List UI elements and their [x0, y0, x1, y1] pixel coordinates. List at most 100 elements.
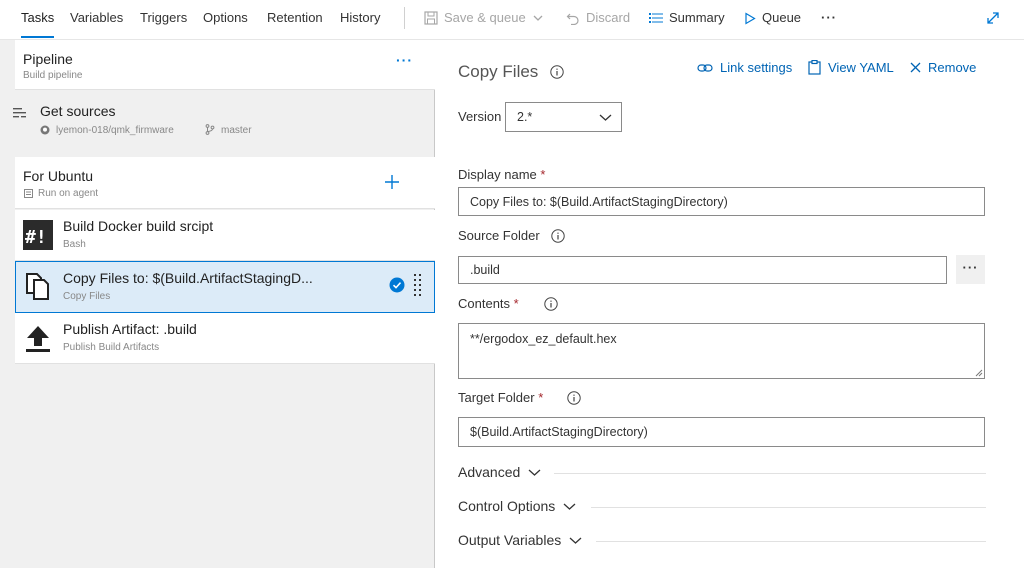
- task-detail-pane: Copy Files Link settings View YAML Remov…: [436, 40, 1024, 568]
- display-name-input[interactable]: Copy Files to: $(Build.ArtifactStagingDi…: [458, 187, 985, 216]
- view-yaml-label: View YAML: [828, 60, 894, 75]
- get-sources-title: Get sources: [40, 103, 116, 119]
- queue-button[interactable]: Queue: [744, 0, 801, 36]
- contents-textarea[interactable]: **/ergodox_ez_default.hex: [458, 323, 985, 379]
- task-list-pane: Pipeline Build pipeline ··· Get sources …: [0, 40, 435, 568]
- check-circle-icon: [389, 277, 405, 293]
- remove-task-button[interactable]: Remove: [910, 60, 976, 75]
- tab-variables[interactable]: Variables: [70, 0, 123, 38]
- info-icon[interactable]: [544, 297, 558, 311]
- github-icon: [40, 125, 50, 135]
- upload-icon: [26, 326, 50, 352]
- version-value: 2.*: [517, 110, 533, 124]
- info-icon[interactable]: [567, 391, 581, 405]
- task-type: Copy Files: [63, 291, 111, 302]
- add-task-icon[interactable]: [384, 174, 400, 190]
- link-settings-label: Link settings: [720, 60, 793, 75]
- phase-header[interactable]: For Ubuntu Run on agent: [15, 157, 435, 209]
- branch-name: master: [221, 125, 252, 136]
- info-icon[interactable]: [550, 65, 564, 79]
- target-folder-label: Target Folder *: [458, 390, 544, 405]
- discard-label: Discard: [586, 10, 631, 25]
- list-icon: [649, 13, 663, 23]
- agent-icon: [24, 189, 33, 198]
- chevron-down-icon: [563, 503, 576, 510]
- get-sources-item[interactable]: Get sources lyemon-018/qmk_firmware mast…: [0, 92, 435, 140]
- tab-tasks[interactable]: Tasks: [21, 0, 55, 38]
- output-variables-section-toggle[interactable]: Output Variables: [458, 532, 582, 548]
- tab-retention[interactable]: Retention: [267, 0, 323, 38]
- output-variables-label: Output Variables: [458, 532, 562, 548]
- summary-button[interactable]: Summary: [649, 0, 725, 36]
- task-name: Build Docker build srcipt: [63, 218, 214, 234]
- target-folder-input[interactable]: $(Build.ArtifactStagingDirectory): [458, 417, 985, 447]
- view-yaml-button[interactable]: View YAML: [808, 60, 894, 75]
- task-name: Copy Files to: $(Build.ArtifactStagingD.…: [63, 270, 313, 286]
- task-item-copy-files[interactable]: Copy Files to: $(Build.ArtifactStagingD.…: [15, 261, 435, 313]
- resize-handle-icon[interactable]: [974, 368, 983, 377]
- version-label: Version: [458, 109, 502, 124]
- info-icon[interactable]: [551, 229, 565, 243]
- clipboard-icon: [808, 60, 821, 75]
- chevron-down-icon: [533, 15, 543, 21]
- toolbar-divider: [404, 7, 405, 29]
- close-icon: [910, 62, 921, 73]
- top-nav: Tasks Variables Triggers Options Retenti…: [0, 0, 1024, 40]
- link-settings-button[interactable]: Link settings: [697, 60, 792, 75]
- display-name-label: Display name *: [458, 167, 546, 182]
- bash-icon: #!: [23, 220, 53, 250]
- section-divider: [596, 541, 986, 542]
- chevron-down-icon: [569, 537, 582, 544]
- task-type: Publish Build Artifacts: [63, 342, 160, 353]
- pipeline-more-button[interactable]: ···: [396, 52, 413, 68]
- tab-history[interactable]: History: [340, 0, 380, 38]
- source-folder-input[interactable]: .build: [458, 256, 947, 284]
- expand-icon[interactable]: [985, 10, 1001, 26]
- control-options-section-toggle[interactable]: Control Options: [458, 498, 576, 514]
- discard-button[interactable]: Discard: [566, 0, 630, 36]
- advanced-section-toggle[interactable]: Advanced: [458, 464, 541, 480]
- queue-label: Queue: [762, 10, 802, 25]
- pipeline-subtitle: Build pipeline: [23, 70, 83, 81]
- chevron-down-icon: [528, 469, 541, 476]
- toolbar-more-button[interactable]: ···: [821, 0, 837, 36]
- tab-triggers[interactable]: Triggers: [140, 0, 187, 38]
- save-queue-label: Save & queue: [444, 10, 526, 25]
- summary-label: Summary: [669, 10, 725, 25]
- save-icon: [424, 11, 438, 25]
- section-divider: [554, 473, 986, 474]
- play-icon: [745, 11, 756, 25]
- tab-options[interactable]: Options: [203, 0, 248, 38]
- task-title: Copy Files: [458, 62, 539, 81]
- repo-name: lyemon-018/qmk_firmware: [56, 125, 174, 136]
- undo-icon: [566, 13, 579, 25]
- phase-title: For Ubuntu: [23, 168, 94, 184]
- display-name-value: Copy Files to: $(Build.ArtifactStagingDi…: [470, 194, 728, 209]
- target-folder-value: $(Build.ArtifactStagingDirectory): [470, 425, 648, 439]
- contents-label: Contents *: [458, 296, 519, 311]
- version-select[interactable]: 2.*: [505, 102, 622, 132]
- advanced-label: Advanced: [458, 464, 521, 480]
- control-options-label: Control Options: [458, 498, 556, 514]
- link-icon: [697, 63, 713, 72]
- phase-subtitle: Run on agent: [38, 188, 99, 199]
- save-queue-button[interactable]: Save & queue: [424, 0, 544, 36]
- task-item-publish-artifact[interactable]: Publish Artifact: .build Publish Build A…: [15, 313, 435, 364]
- source-folder-label: Source Folder: [458, 228, 540, 243]
- contents-value: **/ergodox_ez_default.hex: [470, 332, 617, 346]
- pipeline-title: Pipeline: [23, 51, 73, 67]
- copy-files-icon: [26, 273, 49, 300]
- task-name: Publish Artifact: .build: [63, 321, 197, 337]
- drag-handle-icon[interactable]: [414, 273, 422, 299]
- chevron-down-icon: [599, 114, 612, 121]
- pipeline-header[interactable]: Pipeline Build pipeline ···: [15, 40, 435, 90]
- sources-icon: [13, 108, 26, 118]
- browse-button[interactable]: ···: [956, 255, 985, 284]
- svg-text:#!: #!: [25, 227, 47, 248]
- remove-label: Remove: [928, 60, 977, 75]
- section-divider: [591, 507, 986, 508]
- task-type: Bash: [63, 239, 86, 250]
- task-item-bash[interactable]: #! Build Docker build srcipt Bash: [15, 210, 435, 261]
- source-folder-value: .build: [470, 263, 500, 277]
- branch-icon: [205, 124, 215, 135]
